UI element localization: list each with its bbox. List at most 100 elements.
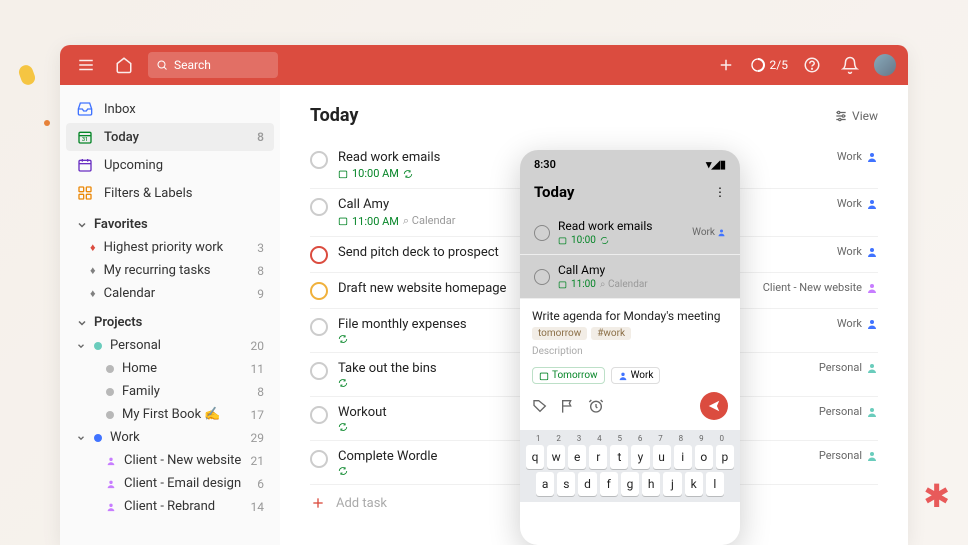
sidebar-item-inbox[interactable]: Inbox <box>66 95 274 123</box>
filters-label: Filters & Labels <box>104 186 192 201</box>
help-icon[interactable] <box>798 51 826 79</box>
task-checkbox[interactable] <box>310 406 328 424</box>
chip-work[interactable]: #work <box>591 327 631 340</box>
keyboard-key[interactable]: d <box>578 472 596 496</box>
task-project-tag[interactable]: Work <box>837 317 878 330</box>
progress-indicator[interactable]: 2/5 <box>750 57 788 73</box>
keyboard-row-2: asdfghjkl <box>524 472 736 496</box>
topbar-right: 2/5 <box>712 51 896 79</box>
alarm-icon[interactable] <box>588 398 604 414</box>
more-icon[interactable]: ⋮ <box>714 185 726 199</box>
favorite-item[interactable]: ♦My recurring tasks8 <box>60 259 280 282</box>
sidebar-item-filters[interactable]: Filters & Labels <box>66 179 274 207</box>
keyboard-key[interactable]: h <box>642 472 660 496</box>
keyboard-key[interactable]: w <box>547 445 565 469</box>
keyboard-key[interactable]: y <box>631 445 649 469</box>
keyboard-key[interactable]: a <box>536 472 554 496</box>
key-hint: 0 <box>719 434 724 443</box>
phone-task-checkbox[interactable] <box>534 269 550 285</box>
subproject-label: Client - New website <box>124 453 241 468</box>
keyboard-key[interactable]: s <box>557 472 575 496</box>
label-icon[interactable] <box>532 398 548 414</box>
today-icon: 31 <box>76 128 94 146</box>
home-icon[interactable] <box>110 51 138 79</box>
phone-task-row[interactable]: Read work emails 10:00 Work <box>520 211 740 255</box>
task-extra: ⌕ Calendar <box>403 214 456 228</box>
subproject-count: 11 <box>251 362 265 376</box>
task-checkbox[interactable] <box>310 450 328 468</box>
keyboard-key[interactable]: j <box>663 472 681 496</box>
bell-icon[interactable] <box>836 51 864 79</box>
keyboard-key[interactable]: p <box>716 445 734 469</box>
keyboard-key[interactable]: i <box>674 445 692 469</box>
subproject-item[interactable]: Family8 <box>60 380 280 403</box>
task-project-tag[interactable]: Personal <box>819 449 878 462</box>
send-button[interactable] <box>700 392 728 420</box>
keyboard-key[interactable]: g <box>621 472 639 496</box>
project-color-dot <box>106 411 114 419</box>
phone-task-checkbox[interactable] <box>534 225 550 241</box>
keyboard-key[interactable]: u <box>653 445 671 469</box>
chip-tomorrow[interactable]: tomorrow <box>532 327 587 340</box>
compose-title[interactable]: Write agenda for Monday's meeting <box>532 309 728 323</box>
task-project-tag[interactable]: Work <box>837 245 878 258</box>
favorite-item[interactable]: ♦Highest priority work3 <box>60 236 280 259</box>
task-checkbox[interactable] <box>310 318 328 336</box>
keyboard-key[interactable]: o <box>695 445 713 469</box>
phone-task-row[interactable]: Call Amy 11:00 ⌕ Calendar <box>520 255 740 299</box>
flag-icon[interactable] <box>560 398 576 414</box>
keyboard-key[interactable]: f <box>600 472 618 496</box>
subproject-item[interactable]: Client - Email design6 <box>60 472 280 495</box>
projects-header[interactable]: Projects <box>60 305 280 334</box>
task-project-tag[interactable]: Work <box>837 197 878 210</box>
subproject-item[interactable]: Client - Rebrand14 <box>60 495 280 518</box>
quick-tomorrow[interactable]: Tomorrow <box>532 367 605 384</box>
inbox-label: Inbox <box>104 102 136 117</box>
task-checkbox[interactable] <box>310 151 328 169</box>
keyboard-key[interactable]: t <box>610 445 628 469</box>
subproject-item[interactable]: My First Book ✍️17 <box>60 403 280 426</box>
projects-label: Projects <box>94 315 142 330</box>
page-title: Today <box>310 105 359 126</box>
task-project-tag[interactable]: Personal <box>819 405 878 418</box>
task-checkbox[interactable] <box>310 198 328 216</box>
task-project-tag[interactable]: Client - New website <box>763 281 878 294</box>
keyboard-key[interactable]: k <box>685 472 703 496</box>
subproject-item[interactable]: Home11 <box>60 357 280 380</box>
quick-work[interactable]: Work <box>611 367 661 384</box>
favorites-label: Favorites <box>94 217 148 232</box>
phone-task-tag: Work <box>692 227 726 238</box>
add-task-label: Add task <box>336 496 387 511</box>
compose-description[interactable]: Description <box>532 346 728 357</box>
avatar[interactable] <box>874 54 896 76</box>
task-checkbox[interactable] <box>310 362 328 380</box>
person-icon <box>106 456 116 466</box>
favorite-item[interactable]: ♦Calendar9 <box>60 282 280 305</box>
keyboard-key[interactable]: e <box>568 445 586 469</box>
search-input[interactable]: Search <box>148 52 278 78</box>
sidebar-item-today[interactable]: 31 Today 8 <box>66 123 274 151</box>
subproject-item[interactable]: Client - New website 21 <box>60 449 280 472</box>
task-checkbox[interactable] <box>310 246 328 264</box>
key-hint: 5 <box>618 434 623 443</box>
task-checkbox[interactable] <box>310 282 328 300</box>
favorite-label: My recurring tasks <box>104 263 211 278</box>
view-button[interactable]: View <box>834 109 878 123</box>
keyboard-key[interactable]: q <box>526 445 544 469</box>
task-time: 11:00 AM <box>352 215 399 228</box>
task-tag-label: Personal <box>819 449 862 462</box>
subproject-count: 21 <box>251 454 265 468</box>
favorite-count: 9 <box>257 287 264 301</box>
task-project-tag[interactable]: Work <box>837 150 878 163</box>
sidebar-item-upcoming[interactable]: Upcoming <box>66 151 274 179</box>
favorites-header[interactable]: Favorites <box>60 207 280 236</box>
task-project-tag[interactable]: Personal <box>819 361 878 374</box>
flame-icon: ♦ <box>90 264 96 277</box>
add-icon[interactable] <box>712 51 740 79</box>
project-item[interactable]: Work29 <box>60 426 280 449</box>
task-tag-label: Personal <box>819 361 862 374</box>
keyboard-key[interactable]: r <box>589 445 607 469</box>
menu-icon[interactable] <box>72 51 100 79</box>
keyboard-key[interactable]: l <box>706 472 724 496</box>
project-item[interactable]: Personal20 <box>60 334 280 357</box>
